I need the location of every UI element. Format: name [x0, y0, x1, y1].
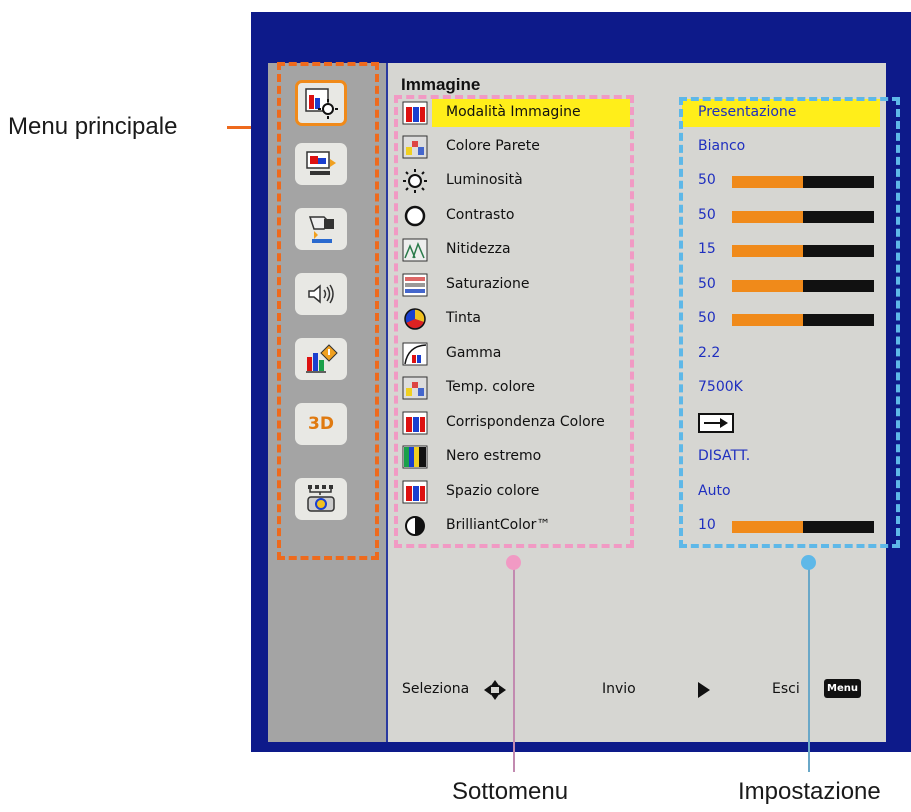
- callout-setting: Impostazione: [738, 778, 881, 805]
- submenu-leader-dot: [506, 555, 521, 570]
- main-menu-highlight-box: [277, 62, 379, 560]
- footer-exit-label: Esci: [772, 681, 800, 697]
- page-title: Immagine: [401, 75, 481, 94]
- footer-hints: Seleziona Invio Esci Menu: [388, 679, 888, 711]
- callout-main-menu: Menu principale: [8, 113, 178, 140]
- menu-key-icon: Menu: [824, 679, 861, 698]
- enter-arrow-icon: [698, 682, 710, 698]
- select-arrows-icon: [484, 680, 506, 700]
- setting-leader-dot: [801, 555, 816, 570]
- footer-select-label: Seleziona: [402, 681, 470, 697]
- setting-leader-line: [808, 562, 810, 772]
- submenu-leader-line: [513, 562, 515, 772]
- setting-highlight-box: [679, 97, 900, 548]
- callout-submenu: Sottomenu: [452, 778, 569, 805]
- footer-enter-label: Invio: [602, 681, 636, 697]
- submenu-highlight-box: [394, 95, 634, 548]
